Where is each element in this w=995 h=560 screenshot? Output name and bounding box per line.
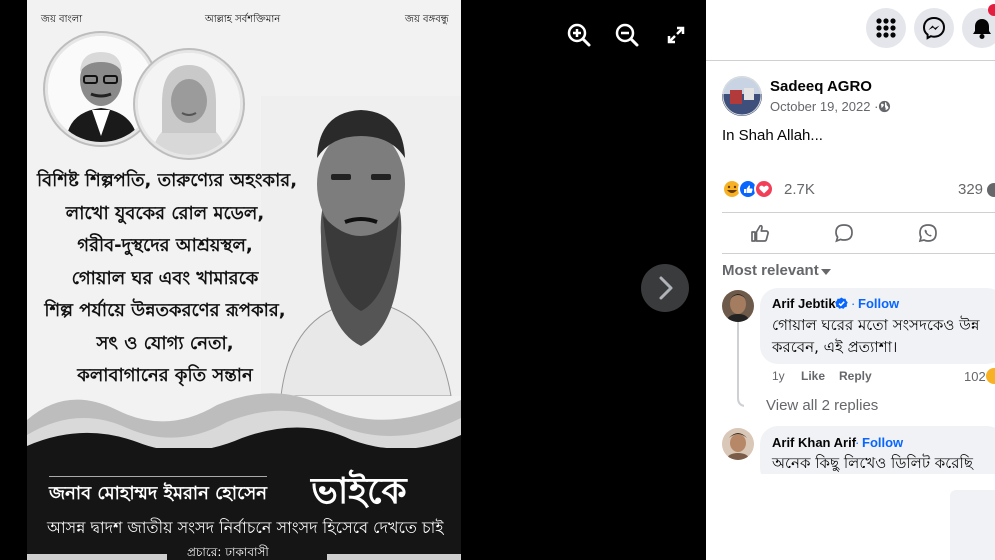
poster-text-block: বিশিষ্ট শিল্পপতি, তারুণ্যের অহংকার, লাখো… bbox=[37, 165, 298, 393]
page-avatar-image bbox=[722, 76, 762, 116]
comment-likes-count[interactable]: 102 bbox=[964, 369, 986, 384]
poster-line: শিল্প পর্যায়ে উন্নতকরণের রূপকার, bbox=[44, 300, 286, 321]
comment-bubble-icon bbox=[987, 183, 995, 197]
like-button[interactable] bbox=[722, 216, 798, 250]
comment-bubble: Arif Jebtik · Follow গোয়াল ঘরের মতো সংস… bbox=[760, 288, 995, 364]
messenger-icon bbox=[922, 16, 946, 40]
comment-icon bbox=[835, 224, 853, 243]
actions-divider-top bbox=[722, 212, 995, 213]
portrait-circle-right bbox=[135, 50, 243, 158]
commenter-avatar[interactable] bbox=[722, 428, 754, 460]
comment-separator: · bbox=[855, 435, 860, 450]
comment-like-link[interactable]: Like bbox=[801, 369, 825, 383]
caret-down-icon bbox=[821, 269, 831, 275]
comment-reply-link[interactable]: Reply bbox=[839, 369, 872, 383]
follow-link[interactable]: Follow bbox=[862, 435, 903, 450]
poster-top-row: জয় বাংলা আল্লাহ সর্বশক্তিমান জয় বঙ্গবন… bbox=[27, 12, 461, 28]
actions-divider-bottom bbox=[722, 253, 995, 254]
reactions-count[interactable]: 2.7K bbox=[784, 181, 815, 198]
share-whatsapp-button[interactable] bbox=[890, 216, 966, 250]
composer-box[interactable] bbox=[950, 490, 995, 560]
haha-reaction-icon bbox=[986, 368, 995, 384]
comment-separator: · bbox=[851, 296, 856, 311]
commenter-avatar-image bbox=[722, 428, 754, 460]
poster-line: গোয়াল ঘর এবং খামারকে bbox=[71, 267, 259, 289]
commenter-avatar[interactable] bbox=[722, 290, 754, 322]
reaction-icons[interactable] bbox=[722, 179, 774, 199]
header-divider bbox=[706, 60, 995, 61]
globe-icon bbox=[878, 100, 891, 113]
poster-top-left: জয় বাংলা bbox=[41, 14, 83, 25]
comment-author[interactable]: Arif Jebtik bbox=[772, 296, 836, 311]
post-date[interactable]: October 19, 2022 · bbox=[770, 99, 878, 114]
poster-line: লাখো যুবকের রোল মডেল, bbox=[65, 202, 265, 224]
commenter-avatar-image bbox=[722, 290, 754, 322]
page-avatar[interactable] bbox=[722, 76, 762, 116]
reply-thread-line bbox=[737, 322, 744, 407]
post-panel: Sadeeq AGRO October 19, 2022 · In Shah A… bbox=[706, 0, 995, 560]
next-photo-button[interactable] bbox=[641, 264, 689, 312]
fullscreen-icon[interactable] bbox=[663, 22, 689, 48]
chevron-right-icon bbox=[659, 276, 673, 300]
candidate-name: জনাব মোহাম্মদ ইমরান হোসেন bbox=[49, 476, 267, 510]
poster-image: জয় বাংলা আল্লাহ সর্বশক্তিমান জয় বঙ্গবন… bbox=[27, 0, 461, 560]
photo-viewer: জয় বাংলা আল্লাহ সর্বশক্তিমান জয় বঙ্গবন… bbox=[0, 0, 706, 560]
sort-comments-dropdown[interactable]: Most relevant bbox=[722, 262, 842, 282]
whatsapp-icon bbox=[918, 224, 937, 243]
comment-text-line2: করবেন, এই প্রত্যাশা। bbox=[772, 338, 898, 356]
post-author[interactable]: Sadeeq AGRO bbox=[770, 78, 872, 95]
comment-button[interactable] bbox=[806, 216, 882, 250]
follow-link[interactable]: Follow bbox=[858, 296, 899, 311]
view-replies-link[interactable]: View all 2 replies bbox=[766, 397, 878, 414]
notification-badge bbox=[988, 4, 995, 16]
poster-line: সৎ ও যোগ্য নেতা, bbox=[96, 332, 234, 354]
grid-menu-icon bbox=[876, 18, 896, 38]
poster-top-center: আল্লাহ সর্বশক্তিমান bbox=[205, 14, 281, 25]
comment-author[interactable]: Arif Khan Arif bbox=[772, 435, 856, 450]
poster-bottom-bars bbox=[27, 554, 461, 560]
comments-count[interactable]: 329 bbox=[958, 181, 983, 198]
poster-top-right: জয় বঙ্গবন্ধু bbox=[405, 14, 449, 25]
messenger-button[interactable] bbox=[914, 8, 954, 48]
post-text: In Shah Allah... bbox=[722, 127, 823, 144]
menu-button[interactable] bbox=[866, 8, 906, 48]
poster-name-line: জনাব মোহাম্মদ ইমরান হোসেন ভাইকে bbox=[49, 464, 439, 514]
poster-line: গরীব-দুস্থদের আশ্রয়স্থল, bbox=[77, 235, 253, 256]
comment-time[interactable]: 1y bbox=[772, 369, 785, 383]
zoom-out-icon[interactable] bbox=[614, 22, 640, 48]
poster-slogan: আসন্ন দ্বাদশ জাতীয় সংসদ নির্বাচনে সাংসদ… bbox=[47, 518, 444, 537]
poster-line: বিশিষ্ট শিল্পপতি, তারুণ্যের অহংকার, bbox=[37, 170, 298, 191]
sort-label: Most relevant bbox=[722, 262, 819, 279]
zoom-in-icon[interactable] bbox=[566, 22, 592, 48]
thumbs-up-icon bbox=[751, 224, 769, 242]
verified-badge-icon bbox=[835, 297, 848, 309]
